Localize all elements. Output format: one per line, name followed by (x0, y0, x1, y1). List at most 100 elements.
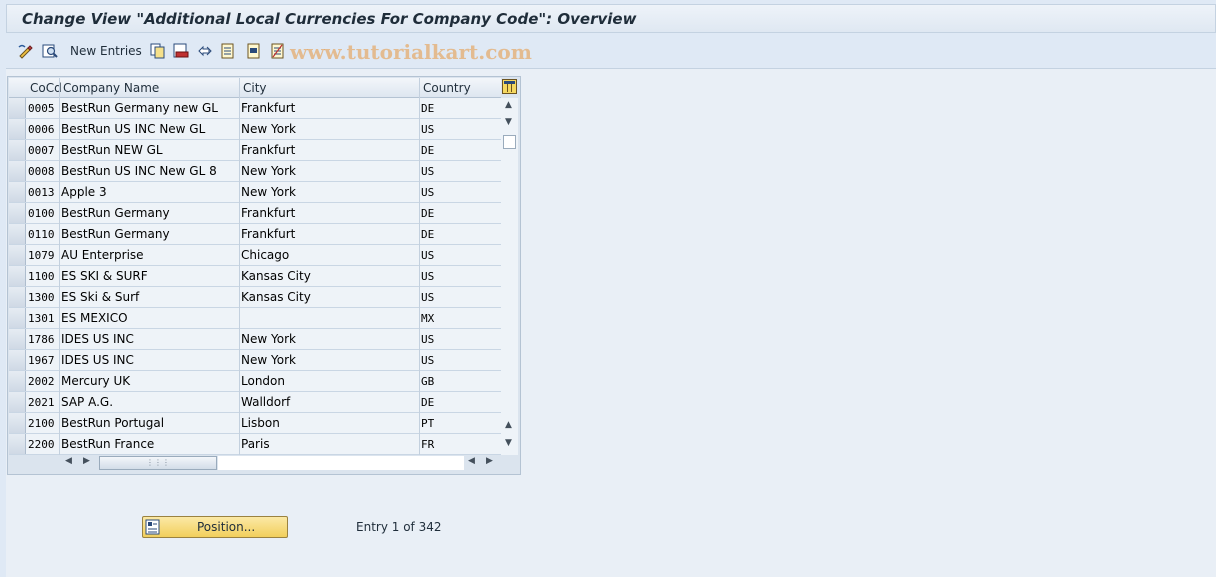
cell-cocd: 1100 (28, 270, 55, 283)
table-row[interactable]: 1079 AU Enterprise Chicago US (9, 245, 501, 266)
cell-cocd: 0005 (28, 102, 55, 115)
cell-country: US (421, 186, 435, 199)
scroll-up-icon[interactable]: ▲ (505, 100, 512, 110)
row-selector[interactable] (9, 182, 26, 202)
position-icon (145, 519, 160, 535)
cell-city: New York (241, 353, 296, 367)
select-block-icon[interactable] (246, 43, 262, 59)
column-divider (419, 78, 420, 455)
horizontal-scroll-track (218, 456, 464, 470)
scroll-left-end-icon[interactable]: ◀ (468, 456, 475, 466)
row-selector[interactable] (9, 287, 26, 307)
delete-icon[interactable] (173, 43, 189, 59)
scroll-right-end-icon[interactable]: ▶ (486, 456, 493, 466)
row-selector[interactable] (9, 140, 26, 160)
cell-city: New York (241, 332, 296, 346)
page-down-icon[interactable]: ▼ (505, 438, 512, 448)
table-row[interactable]: 2002 Mercury UK London GB (9, 371, 501, 392)
cell-country: GB (421, 375, 435, 388)
cell-company-name: ES Ski & Surf (61, 290, 140, 304)
row-selector[interactable] (9, 329, 26, 349)
column-header-cocd[interactable]: CoCd (30, 81, 62, 95)
scroll-right-icon[interactable]: ▶ (83, 456, 90, 466)
horizontal-scroll-thumb[interactable]: ⋮⋮⋮ (99, 456, 217, 470)
cell-company-name: BestRun US INC New GL (61, 122, 206, 136)
row-selector[interactable] (9, 119, 26, 139)
row-selector[interactable] (9, 392, 26, 412)
cell-city: Chicago (241, 248, 290, 262)
deselect-all-icon[interactable] (270, 43, 286, 59)
table-row[interactable]: 2200 BestRun France Paris FR (9, 434, 501, 455)
scroll-left-icon[interactable]: ◀ (65, 456, 72, 466)
cell-company-name: ES SKI & SURF (61, 269, 148, 283)
cell-city: New York (241, 122, 296, 136)
column-header-country[interactable]: Country (423, 81, 471, 95)
table-row[interactable]: 1301 ES MEXICO MX (9, 308, 501, 329)
table-row[interactable]: 0008 BestRun US INC New GL 8 New York US (9, 161, 501, 182)
table-row[interactable]: 0005 BestRun Germany new GL Frankfurt DE (9, 98, 501, 119)
row-selector[interactable] (9, 245, 26, 265)
cell-city: Walldorf (241, 395, 291, 409)
cell-company-name: BestRun Germany (61, 206, 170, 220)
cell-cocd: 1301 (28, 312, 55, 325)
row-selector[interactable] (9, 266, 26, 286)
display-change-toggle-icon[interactable] (18, 43, 34, 59)
table-row[interactable]: 0110 BestRun Germany Frankfurt DE (9, 224, 501, 245)
position-button[interactable]: Position... (142, 516, 288, 538)
table-row[interactable]: 0007 BestRun NEW GL Frankfurt DE (9, 140, 501, 161)
cell-country: FR (421, 438, 435, 451)
table-row[interactable]: 0013 Apple 3 New York US (9, 182, 501, 203)
row-selector[interactable] (9, 371, 26, 391)
cell-country: US (421, 270, 435, 283)
page-title: Change View "Additional Local Currencies… (22, 10, 637, 28)
table-row[interactable]: 1786 IDES US INC New York US (9, 329, 501, 350)
cell-cocd: 0006 (28, 123, 55, 136)
cell-company-name: SAP A.G. (61, 395, 114, 409)
row-selector[interactable] (9, 350, 26, 370)
table-row[interactable]: 0100 BestRun Germany Frankfurt DE (9, 203, 501, 224)
watermark: www.tutorialkart.com (290, 40, 532, 64)
details-icon[interactable] (42, 43, 58, 59)
new-entries-button[interactable]: New Entries (70, 44, 142, 58)
row-selector[interactable] (9, 308, 26, 328)
column-header-company-name[interactable]: Company Name (63, 81, 159, 95)
select-all-icon[interactable] (220, 43, 236, 59)
cell-company-name: IDES US INC (61, 353, 134, 367)
table-row[interactable]: 2021 SAP A.G. Walldorf DE (9, 392, 501, 413)
cell-company-name: BestRun Germany new GL (61, 101, 218, 115)
row-selector[interactable] (9, 434, 26, 454)
row-selector[interactable] (9, 203, 26, 223)
column-header-city[interactable]: City (243, 81, 267, 95)
cell-company-name: BestRun Portugal (61, 416, 165, 430)
cell-company-name: AU Enterprise (61, 248, 144, 262)
cell-cocd: 0100 (28, 207, 55, 220)
table-row[interactable]: 1300 ES Ski & Surf Kansas City US (9, 287, 501, 308)
scroll-down-icon[interactable]: ▼ (505, 117, 512, 127)
column-settings-icon[interactable] (502, 79, 517, 94)
cell-country: US (421, 123, 435, 136)
row-selector[interactable] (9, 224, 26, 244)
scroll-thumb[interactable] (503, 135, 516, 149)
cell-cocd: 1300 (28, 291, 55, 304)
cell-country: MX (421, 312, 435, 325)
table-row[interactable]: 1967 IDES US INC New York US (9, 350, 501, 371)
vertical-scrollbar[interactable]: ▲ ▼ ▲ ▼ (501, 98, 518, 455)
row-selector[interactable] (9, 413, 26, 433)
page-up-icon[interactable]: ▲ (505, 420, 512, 430)
cell-city: Frankfurt (241, 206, 296, 220)
cell-cocd: 2100 (28, 417, 55, 430)
row-selector[interactable] (9, 98, 26, 118)
cell-company-name: BestRun NEW GL (61, 143, 163, 157)
row-selector[interactable] (9, 161, 26, 181)
undo-change-icon[interactable] (197, 43, 213, 59)
table-row[interactable]: 0006 BestRun US INC New GL New York US (9, 119, 501, 140)
cell-country: DE (421, 102, 435, 115)
cell-city: Kansas City (241, 290, 311, 304)
cell-company-name: BestRun US INC New GL 8 (61, 164, 217, 178)
cell-country: DE (421, 396, 435, 409)
cell-cocd: 2200 (28, 438, 55, 451)
table-row[interactable]: 1100 ES SKI & SURF Kansas City US (9, 266, 501, 287)
copy-as-icon[interactable] (150, 43, 166, 59)
table-row[interactable]: 2100 BestRun Portugal Lisbon PT (9, 413, 501, 434)
horizontal-scrollbar[interactable]: ◀ ▶ ⋮⋮⋮ ◀ ▶ (60, 455, 500, 471)
